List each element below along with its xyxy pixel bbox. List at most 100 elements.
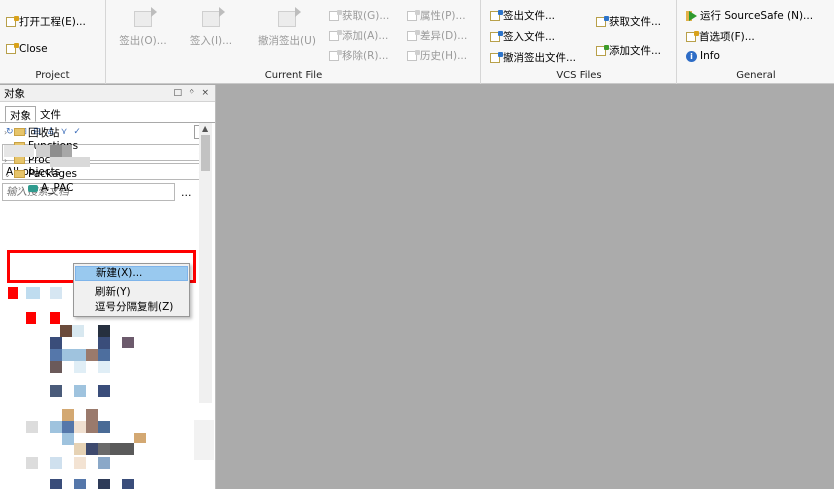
info-button[interactable]: i Info <box>686 50 720 62</box>
mosaic-block <box>98 479 110 489</box>
mosaic-block <box>134 433 146 443</box>
mosaic-block <box>62 349 74 361</box>
pin-pane-icon[interactable]: ᛜ <box>189 88 194 98</box>
tab-files[interactable]: 文件 <box>36 106 65 122</box>
run-sourcesafe-button[interactable]: 运行 SourceSafe (N)... <box>686 8 813 23</box>
mosaic-block <box>86 443 98 455</box>
vcs-files-group-caption: VCS Files <box>556 70 602 81</box>
mosaic-block <box>98 421 110 433</box>
add-icon <box>329 29 342 41</box>
checkin-files-button[interactable]: 签入文件... <box>490 29 555 44</box>
mosaic-block <box>72 325 84 337</box>
checkout-button[interactable]: 签出(O)... <box>111 7 175 58</box>
mosaic-block <box>50 421 62 433</box>
preferences-icon <box>686 30 699 42</box>
expand-icon[interactable]: › <box>18 184 26 193</box>
expand-icon[interactable]: › <box>4 128 12 137</box>
project-group-caption: Project <box>35 70 70 81</box>
project-group: 打开工程(E)... Close Project <box>0 0 106 84</box>
properties-button[interactable]: 属性(P)... <box>407 8 466 23</box>
mosaic-block <box>36 145 50 157</box>
mosaic-block <box>62 145 72 157</box>
tab-objects[interactable]: 对象 <box>5 106 36 122</box>
scroll-up-icon[interactable]: ▲ <box>202 124 208 133</box>
mosaic-block <box>74 385 86 397</box>
mosaic-block <box>86 349 98 361</box>
mosaic-block <box>98 443 110 455</box>
mosaic-block <box>74 479 86 489</box>
get-icon <box>329 9 342 21</box>
mosaic-block <box>98 349 110 361</box>
mosaic-block <box>26 421 38 433</box>
open-project-icon <box>6 15 19 27</box>
checkout-files-icon <box>490 9 503 21</box>
add-files-icon <box>596 44 609 56</box>
history-icon <box>407 49 420 61</box>
checkout-icon <box>134 7 157 27</box>
mosaic-block <box>98 325 110 337</box>
undo-checkout-icon <box>278 7 301 27</box>
mosaic-block <box>60 325 72 337</box>
main-workspace[interactable] <box>217 85 834 489</box>
mosaic-block <box>74 443 86 455</box>
mosaic-block <box>50 312 60 324</box>
mosaic-block <box>26 457 38 469</box>
open-project-button[interactable]: 打开工程(E)... <box>6 14 86 29</box>
mosaic-block <box>62 433 74 445</box>
remove-button[interactable]: 移除(R)... <box>329 48 389 63</box>
tree-scrollbar[interactable]: ▲ <box>199 123 212 403</box>
mosaic-block <box>74 349 86 361</box>
scrollbar-thumb[interactable] <box>201 135 210 171</box>
mosaic-block <box>62 409 74 421</box>
mosaic-block <box>4 145 34 157</box>
close-pane-icon[interactable]: × <box>201 88 209 98</box>
mosaic-block <box>98 457 110 469</box>
mosaic-block <box>26 312 36 324</box>
menu-item-comma-copy[interactable]: 逗号分隔复制(Z) <box>75 300 188 315</box>
mosaic-block <box>74 361 86 373</box>
add-files-button[interactable]: 添加文件... <box>596 43 661 58</box>
preferences-button[interactable]: 首选项(F)... <box>686 29 755 44</box>
mosaic-block <box>98 385 110 397</box>
mosaic-block <box>110 443 134 455</box>
float-pane-icon[interactable]: □ <box>174 88 183 98</box>
tree-item-packages[interactable]: ⌄ Packages <box>4 167 77 181</box>
add-button[interactable]: 添加(A)... <box>329 28 388 43</box>
collapse-icon[interactable]: ⌄ <box>4 170 12 179</box>
mosaic-block <box>122 479 134 489</box>
menu-item-new[interactable]: 新建(X)... <box>75 266 188 281</box>
mosaic-block <box>194 420 214 460</box>
history-button[interactable]: 历史(H)... <box>407 48 467 63</box>
properties-icon <box>407 9 420 21</box>
mosaic-block <box>86 409 98 433</box>
checkin-files-icon <box>490 30 503 42</box>
info-icon: i <box>686 50 697 62</box>
tree-item-recycle-bin[interactable]: › 回收站 <box>4 125 60 139</box>
diff-button[interactable]: 差异(D)... <box>407 28 467 43</box>
tree-item-package[interactable]: › A_PAC <box>18 181 73 195</box>
objects-pane-tabs: 对象 文件 <box>0 106 215 123</box>
mosaic-block <box>50 385 62 397</box>
get-files-button[interactable]: 获取文件... <box>596 14 661 29</box>
checkout-files-button[interactable]: 签出文件... <box>490 8 555 23</box>
close-button[interactable]: Close <box>6 43 48 55</box>
menu-item-refresh[interactable]: 刷新(Y) <box>75 285 188 300</box>
undo-checkout-files-icon <box>490 51 503 63</box>
close-project-icon <box>6 43 19 54</box>
mosaic-block <box>50 361 62 373</box>
general-group: 运行 SourceSafe (N)... 首选项(F)... i Info Ge… <box>678 0 834 84</box>
mosaic-block <box>50 457 62 469</box>
mosaic-block <box>74 457 86 469</box>
undo-checkout-button[interactable]: 撤消签出(U) <box>251 7 323 58</box>
get-button[interactable]: 获取(G)... <box>329 8 389 23</box>
run-icon <box>686 10 697 21</box>
mosaic-block <box>50 145 62 157</box>
checkin-button[interactable]: 签入(I)... <box>179 7 243 58</box>
undo-checkout-files-button[interactable]: 撤消签出文件... <box>490 50 576 65</box>
folder-icon <box>14 128 25 136</box>
general-group-caption: General <box>736 70 776 81</box>
mosaic-block <box>98 361 110 373</box>
folder-icon <box>14 156 25 164</box>
mosaic-block <box>50 349 62 361</box>
open-folder-icon <box>14 170 25 178</box>
